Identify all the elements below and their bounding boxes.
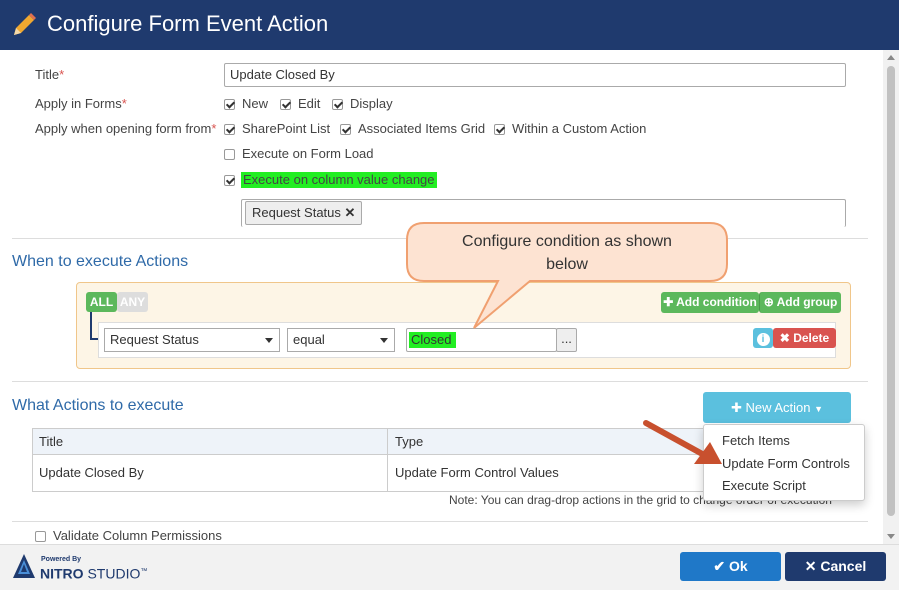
- remove-tag-icon[interactable]: ✕: [345, 205, 356, 220]
- vertical-scrollbar[interactable]: [883, 50, 899, 544]
- value-text: Closed: [409, 332, 456, 348]
- callout-text-1: Configure condition as shown: [462, 233, 672, 250]
- new-checkbox[interactable]: [224, 99, 235, 110]
- brand-logo: NITRO STUDIO™: [40, 565, 148, 582]
- custom-action-label: Within a Custom Action: [512, 121, 647, 136]
- ok-button[interactable]: ✔ Ok: [680, 552, 781, 581]
- execute-on-change-label: Execute on column value change: [241, 172, 437, 188]
- dialog-title: Configure Form Event Action: [47, 11, 329, 36]
- title-label: Title*: [35, 67, 65, 82]
- associated-items-checkbox[interactable]: [340, 124, 351, 135]
- sharepoint-list-checkbox[interactable]: [224, 124, 235, 135]
- divider: [12, 381, 868, 382]
- conditions-heading: When to execute Actions: [12, 253, 189, 270]
- execute-on-change-checkbox[interactable]: [224, 175, 235, 186]
- menu-item-update-form-controls[interactable]: Update Form Controls: [722, 456, 850, 472]
- dialog-footer: Powered By NITRO STUDIO™ ✔ Ok ✕ Cancel: [0, 544, 899, 590]
- edit-checkbox[interactable]: [280, 99, 291, 110]
- column-tag: Request Status ✕: [245, 201, 363, 225]
- column-header-title[interactable]: Title: [39, 434, 63, 450]
- menu-item-execute-script[interactable]: Execute Script: [722, 478, 806, 494]
- pencil-icon: [14, 13, 36, 35]
- title-input[interactable]: Update Closed By: [224, 63, 846, 87]
- apply-in-forms-label: Apply in Forms*: [35, 96, 127, 111]
- any-toggle[interactable]: ANY: [117, 292, 148, 312]
- operator-select[interactable]: equal: [287, 328, 395, 352]
- divider: [12, 521, 868, 522]
- validate-permissions-checkbox[interactable]: [35, 531, 46, 542]
- edit-checkbox-label: Edit: [298, 96, 321, 111]
- field-select[interactable]: Request Status: [104, 328, 280, 352]
- all-toggle[interactable]: ALL: [86, 292, 117, 312]
- column-divider: [387, 429, 388, 491]
- caret-down-icon: [265, 338, 273, 343]
- powered-by-text: Powered By: [41, 556, 82, 563]
- add-group-button[interactable]: ⊕ Add group: [759, 292, 841, 313]
- row-title-cell[interactable]: Update Closed By: [39, 465, 144, 481]
- nitro-logo-icon: [13, 554, 35, 578]
- new-checkbox-label: New: [242, 96, 269, 111]
- dialog-title-bar: Configure Form Event Action: [0, 0, 899, 50]
- apply-when-label: Apply when opening form from*: [35, 121, 217, 136]
- scroll-down-icon[interactable]: [887, 534, 895, 539]
- callout: Configure condition as shown below: [406, 222, 728, 332]
- scroll-thumb[interactable]: [887, 66, 895, 516]
- row-type-cell[interactable]: Update Form Control Values: [395, 465, 559, 481]
- scroll-up-icon[interactable]: [887, 55, 895, 60]
- actions-heading: What Actions to execute: [12, 397, 184, 414]
- column-header-type[interactable]: Type: [395, 434, 423, 450]
- plus-circle-icon: ⊕: [763, 295, 774, 309]
- execute-on-load-checkbox[interactable]: [224, 149, 235, 160]
- caret-down-icon: ▼: [814, 404, 824, 414]
- caret-down-icon: [380, 338, 388, 343]
- associated-items-label: Associated Items Grid: [358, 121, 486, 136]
- check-icon: ✔: [713, 558, 726, 574]
- menu-item-fetch-items[interactable]: Fetch Items: [722, 433, 790, 449]
- validate-permissions-label: Validate Column Permissions: [53, 528, 222, 543]
- sharepoint-list-label: SharePoint List: [242, 121, 331, 136]
- close-icon: ✕: [804, 558, 817, 574]
- close-icon: ✖: [779, 331, 790, 345]
- display-checkbox[interactable]: [332, 99, 343, 110]
- info-icon[interactable]: i: [753, 328, 773, 348]
- cancel-button[interactable]: ✕ Cancel: [785, 552, 886, 581]
- delete-button[interactable]: ✖ Delete: [773, 328, 836, 348]
- pointer-arrow-icon: [643, 420, 722, 464]
- display-checkbox-label: Display: [350, 96, 393, 111]
- callout-text-2: below: [546, 256, 588, 273]
- execute-on-load-label: Execute on Form Load: [242, 146, 374, 161]
- custom-action-checkbox[interactable]: [494, 124, 505, 135]
- plus-icon: ✚: [730, 400, 742, 415]
